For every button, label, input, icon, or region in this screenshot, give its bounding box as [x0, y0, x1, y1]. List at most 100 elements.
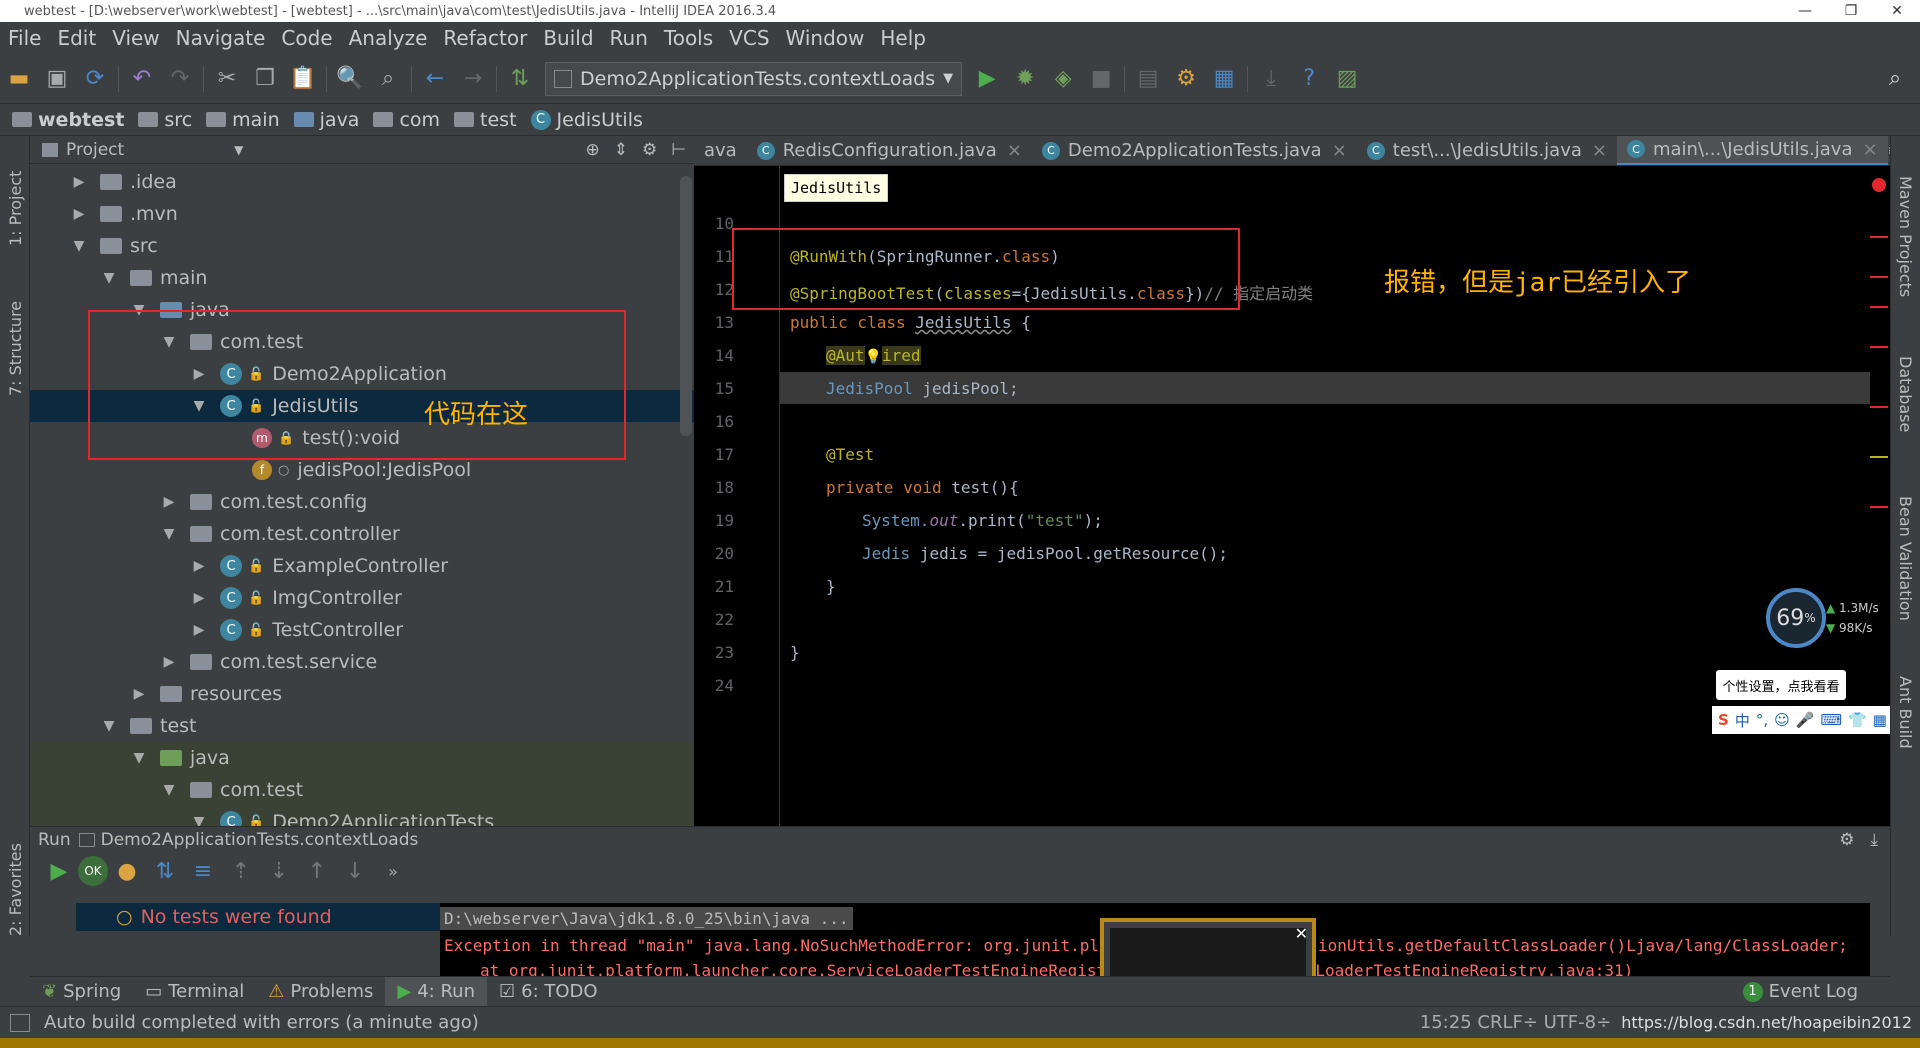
status-message[interactable]: Auto build completed with errors (a minu…: [44, 1012, 479, 1033]
download-icon[interactable]: ⤓: [1252, 62, 1290, 96]
collapse-arrow-icon[interactable]: ▼: [162, 782, 176, 798]
hide-icon[interactable]: ⤓: [1870, 830, 1878, 850]
tree-item-resources[interactable]: ▶ resources: [30, 678, 694, 710]
replace-icon[interactable]: ⌕: [369, 62, 407, 96]
tree-item-com-test-service[interactable]: ▶ com.test.service: [30, 646, 694, 678]
sync-icon[interactable]: ⟳: [76, 62, 114, 96]
copy-icon[interactable]: ❐: [246, 62, 284, 96]
undo-icon[interactable]: ↶: [123, 62, 161, 96]
show-passed-icon[interactable]: OK: [78, 856, 108, 886]
maximize-button[interactable]: ❐: [1828, 3, 1874, 19]
tree-item-mvn[interactable]: ▶ .mvn: [30, 198, 694, 230]
tree-item-src[interactable]: ▼ src: [30, 230, 694, 262]
chevron-down-icon[interactable]: ▼: [234, 143, 243, 157]
run-icon[interactable]: ▶: [968, 62, 1006, 96]
sort-alpha-icon[interactable]: ⇅: [146, 856, 184, 886]
menu-run[interactable]: Run: [602, 26, 656, 50]
stop-icon[interactable]: ■: [1082, 62, 1120, 96]
collapse-arrow-icon[interactable]: ▼: [102, 718, 116, 734]
tree-item-com-test-config[interactable]: ▶ com.test.config: [30, 486, 694, 518]
sort-duration-icon[interactable]: ≡: [184, 856, 222, 886]
menu-vcs[interactable]: VCS: [721, 26, 777, 50]
close-icon[interactable]: ×: [1863, 139, 1878, 160]
ime-toolbar[interactable]: S 中 °, ☺ 🎤 ⌨ 👕 ▦: [1712, 706, 1890, 734]
plugin-icon[interactable]: ▨: [1328, 62, 1366, 96]
tab-truncated[interactable]: ava: [694, 136, 747, 165]
status-caret-info[interactable]: 15:25 CRLF÷ UTF-8÷: [1420, 1012, 1611, 1033]
collapse-arrow-icon[interactable]: ▼: [132, 750, 146, 766]
debug-icon[interactable]: ✹: [1006, 62, 1044, 96]
tree-item-demo2applicationtests[interactable]: ▼ C 🔓 Demo2ApplicationTests: [30, 806, 694, 826]
ime-mode[interactable]: 中: [1735, 710, 1750, 731]
tab-redisconfiguration[interactable]: C RedisConfiguration.java ×: [747, 136, 1032, 165]
expand-arrow-icon[interactable]: ▶: [192, 590, 206, 606]
menu-view[interactable]: View: [104, 26, 167, 50]
collapse-all-icon[interactable]: ⇣: [260, 856, 298, 886]
expand-arrow-icon[interactable]: ▶: [162, 494, 176, 510]
test-result-row[interactable]: ○ No tests were found: [76, 903, 470, 931]
menu-file[interactable]: File: [0, 26, 49, 50]
tab-main-jedisutils[interactable]: Cmain\...\JedisUtils.java ×: [1616, 136, 1888, 165]
project-panel-title[interactable]: Project: [66, 140, 124, 160]
status-toggle-icon[interactable]: [10, 1013, 30, 1032]
redo-icon[interactable]: ↷: [161, 62, 199, 96]
tool-tab-project[interactable]: 1: Project: [6, 171, 25, 246]
tool-tab-bean-validation[interactable]: Bean Validation: [1896, 496, 1915, 621]
breadcrumb-item-com[interactable]: com: [373, 109, 440, 131]
menu-code[interactable]: Code: [273, 26, 340, 50]
save-icon[interactable]: ▣: [38, 62, 76, 96]
collapse-arrow-icon[interactable]: ▼: [162, 526, 176, 542]
error-indicator-icon[interactable]: [1872, 178, 1886, 192]
gear-icon[interactable]: ⚙: [642, 140, 657, 160]
minimize-button[interactable]: —: [1782, 3, 1828, 19]
forward-icon[interactable]: →: [454, 62, 492, 96]
breadcrumb-item-jedisutils[interactable]: C JedisUtils: [530, 109, 643, 131]
find-icon[interactable]: 🔍: [331, 62, 369, 96]
project-structure-icon[interactable]: ▦: [1205, 62, 1243, 96]
punctuation-icon[interactable]: °,: [1756, 711, 1768, 729]
open-folder-icon[interactable]: ▬: [0, 62, 38, 96]
tool-tab-maven[interactable]: Maven Projects: [1896, 176, 1915, 297]
editor-breadcrumb-tip[interactable]: JedisUtils: [784, 174, 889, 202]
cut-icon[interactable]: ✂: [208, 62, 246, 96]
menu-analyze[interactable]: Analyze: [341, 26, 436, 50]
tool-tab-run[interactable]: ▶ 4: Run: [385, 976, 487, 1007]
menu-window[interactable]: Window: [778, 26, 873, 50]
breadcrumb-item-test[interactable]: test: [454, 109, 517, 131]
tree-item-testcontroller[interactable]: ▶ C 🔓 TestController: [30, 614, 694, 646]
grid-icon[interactable]: ▦: [1873, 711, 1887, 729]
tool-tab-favorites[interactable]: 2: Favorites: [6, 843, 25, 936]
prev-failed-icon[interactable]: ↑: [298, 856, 336, 886]
build-icon[interactable]: ⇅: [501, 62, 539, 96]
next-failed-icon[interactable]: ↓: [336, 856, 374, 886]
tree-item-test-java[interactable]: ▼ java: [30, 742, 694, 774]
locate-icon[interactable]: ⊕: [585, 140, 599, 160]
menu-build[interactable]: Build: [535, 26, 601, 50]
more-icon[interactable]: »: [374, 856, 412, 886]
tool-tab-spring[interactable]: ❦ Spring: [30, 977, 133, 1007]
event-log-button[interactable]: 1 Event Log: [1731, 977, 1870, 1007]
paste-icon[interactable]: 📋: [284, 62, 322, 96]
coverage-icon[interactable]: ◈: [1044, 62, 1082, 96]
tab-list-menu[interactable]: ≡2: [1888, 143, 1890, 159]
lightbulb-icon[interactable]: 💡: [865, 349, 882, 365]
breadcrumb-item-webtest[interactable]: webtest: [12, 109, 124, 131]
tree-item-examplecontroller[interactable]: ▶ C 🔓 ExampleController: [30, 550, 694, 582]
close-icon[interactable]: ✕: [1295, 924, 1308, 943]
menu-help[interactable]: Help: [872, 26, 934, 50]
tool-tab-database[interactable]: Database: [1896, 356, 1915, 432]
rerun-icon[interactable]: ▶: [40, 856, 78, 886]
tree-item-imgcontroller[interactable]: ▶ C 🔓 ImgController: [30, 582, 694, 614]
expand-arrow-icon[interactable]: ▶: [72, 206, 86, 222]
back-icon[interactable]: ←: [416, 62, 454, 96]
expand-arrow-icon[interactable]: ▶: [132, 686, 146, 702]
tree-item-test-com-test[interactable]: ▼ com.test: [30, 774, 694, 806]
close-icon[interactable]: ×: [1332, 140, 1347, 161]
ime-tooltip[interactable]: 个性设置，点我看看: [1716, 670, 1846, 700]
collapse-arrow-icon[interactable]: ▼: [72, 238, 86, 254]
tree-item-main[interactable]: ▼ main: [30, 262, 694, 294]
keyboard-icon[interactable]: ⌨: [1820, 711, 1842, 729]
expand-arrow-icon[interactable]: ▶: [162, 654, 176, 670]
collapse-arrow-icon[interactable]: ▼: [192, 814, 206, 826]
expand-arrow-icon[interactable]: ▶: [192, 558, 206, 574]
